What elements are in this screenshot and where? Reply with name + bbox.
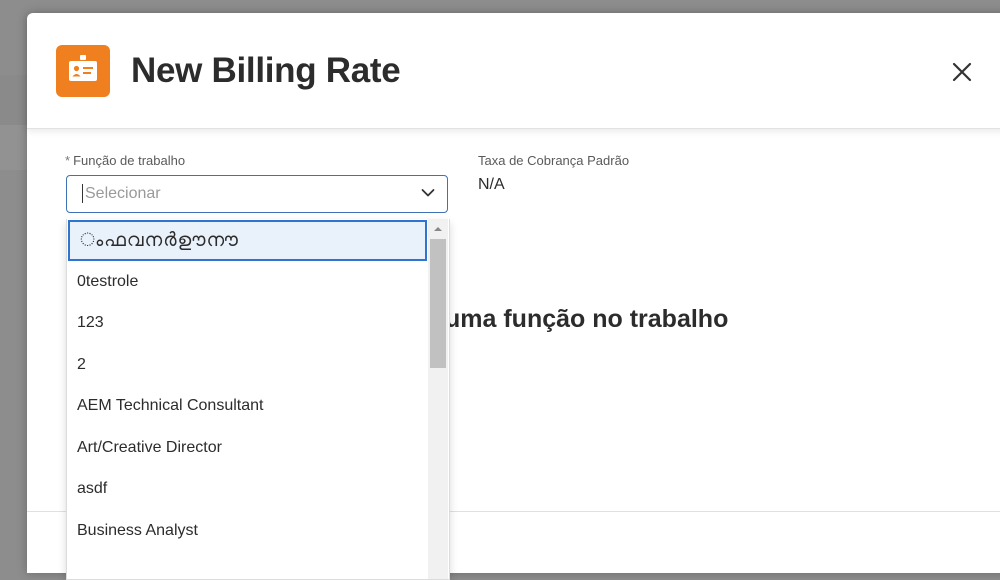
- default-rate-value: N/A: [478, 176, 505, 193]
- job-role-dropdown-list[interactable]: ംഫവനർ​ഊ​നൗ 0testrole 123 2 AEM Technical…: [66, 219, 450, 580]
- dropdown-option[interactable]: 123: [67, 303, 428, 345]
- text-cursor: [82, 184, 83, 203]
- close-icon: [952, 62, 972, 82]
- option-list: ംഫവനർ​ഊ​നൗ 0testrole 123 2 AEM Technical…: [67, 219, 428, 552]
- dropdown-option[interactable]: AEM Technical Consultant: [67, 386, 428, 428]
- job-role-label-text: Função de trabalho: [73, 153, 186, 168]
- dropdown-scrollbar[interactable]: [428, 219, 448, 579]
- job-role-label: * Função de trabalho: [65, 153, 185, 168]
- job-role-placeholder: Selecionar: [85, 185, 161, 202]
- chevron-down-icon: [421, 189, 435, 197]
- default-rate-label: Taxa de Cobrança Padrão: [478, 153, 630, 168]
- scroll-up-arrow-icon[interactable]: [433, 225, 443, 233]
- backdrop-panel: [0, 75, 27, 125]
- dropdown-option[interactable]: ംഫവനർ​ഊ​നൗ: [68, 220, 427, 261]
- new-billing-rate-dialog: New Billing Rate * Função de trabalho Tax…: [27, 13, 1000, 580]
- dropdown-option[interactable]: Art/Creative Director: [67, 427, 428, 469]
- empty-state-heading: uma função no trabalho: [445, 305, 729, 333]
- dropdown-option[interactable]: 2: [67, 344, 428, 386]
- required-marker: *: [65, 153, 71, 168]
- billing-rate-badge-icon: [56, 45, 110, 97]
- scrollbar-thumb[interactable]: [430, 239, 446, 368]
- dropdown-option[interactable]: 0testrole: [67, 261, 428, 303]
- dialog-title: New Billing Rate: [131, 51, 401, 90]
- dropdown-option[interactable]: Business Analyst: [67, 510, 428, 552]
- job-role-select[interactable]: Selecionar: [66, 175, 448, 213]
- dialog-header: New Billing Rate: [27, 13, 1000, 129]
- backdrop-panel: [0, 125, 27, 170]
- close-button[interactable]: [947, 57, 977, 87]
- dropdown-option[interactable]: asdf: [67, 469, 428, 511]
